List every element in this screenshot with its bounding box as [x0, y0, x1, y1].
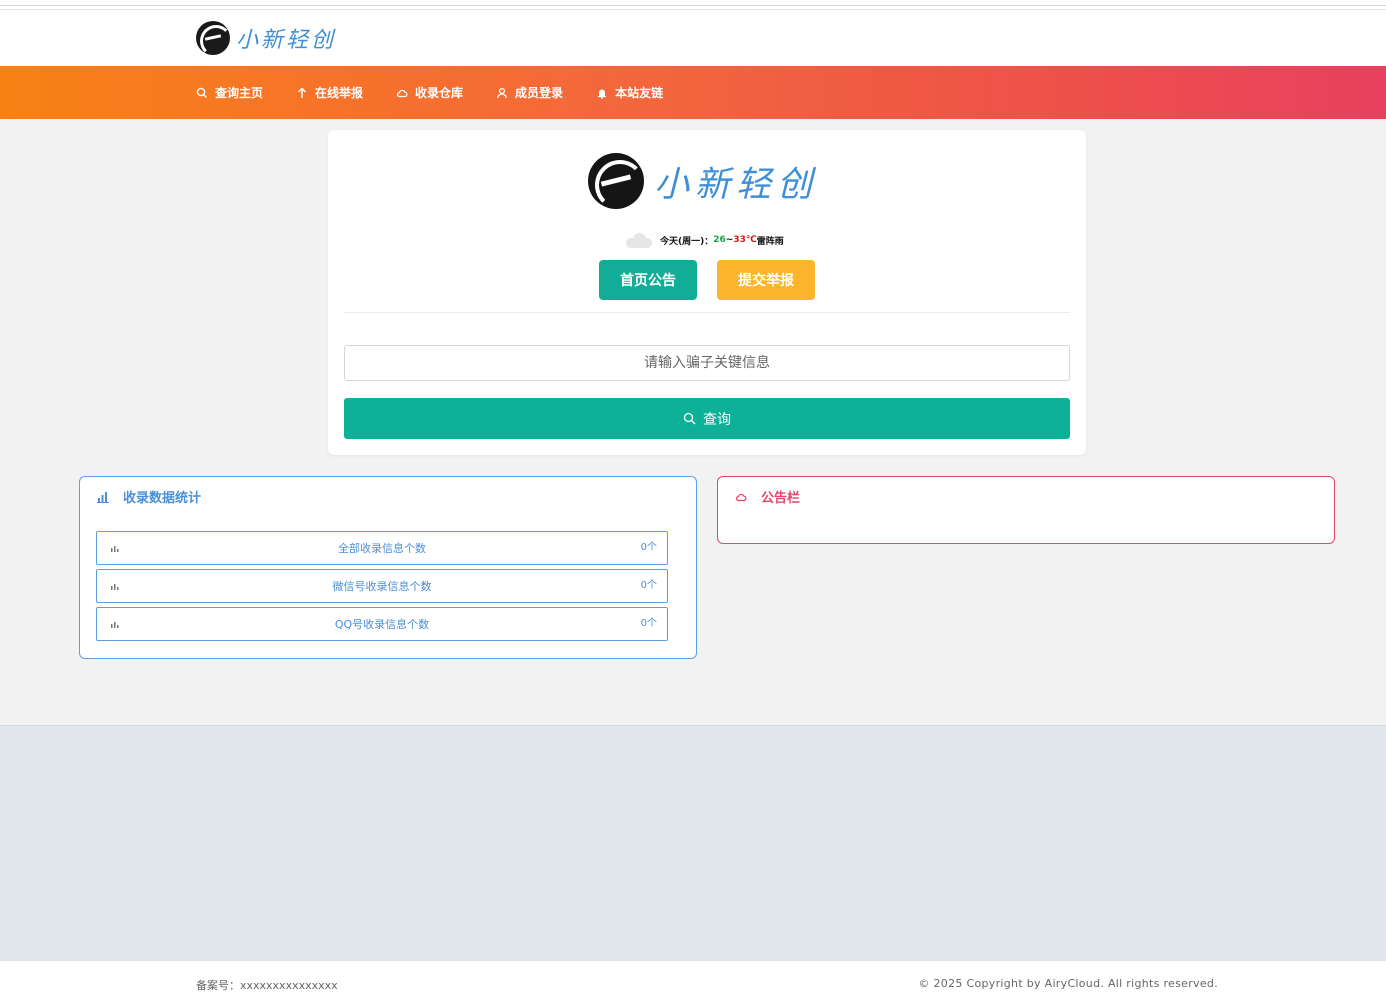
nav-item-label: 查询主页: [215, 86, 264, 100]
stats-panel: 收录数据统计 全部收录信息个数 0个 微信号收录信息个数 0个 QQ号收录信息个…: [79, 476, 697, 659]
cloud-icon: [396, 87, 408, 99]
stat-row-all[interactable]: 全部收录信息个数 0个: [96, 531, 668, 565]
main-nav: 查询主页 在线举报 收录仓库 成员登录 本站友链: [0, 66, 1386, 119]
arrow-up-icon: [296, 86, 308, 99]
search-input[interactable]: [344, 345, 1070, 381]
search-icon: [683, 412, 696, 425]
weather-separator: ~: [725, 235, 734, 245]
copyright-text: © 2025 Copyright by AiryCloud. All right…: [918, 977, 1218, 990]
homepage-notice-button[interactable]: 首页公告: [599, 260, 697, 300]
search-card: 小新轻创 今天(周一)： 26 ~ 33℃ 雷阵雨 首页公告 提交举报 查询: [328, 130, 1086, 455]
stats-panel-title: 收录数据统计: [97, 487, 201, 506]
search-button[interactable]: 查询: [344, 398, 1070, 439]
submit-report-button[interactable]: 提交举报: [717, 260, 815, 300]
nav-item-search-home[interactable]: 查询主页: [196, 84, 263, 101]
weather-prefix: 今天(周一)：: [660, 236, 714, 247]
weather-high-temp: 33℃: [733, 235, 757, 245]
main-logo-text: 小新轻创: [654, 164, 819, 205]
nav-list: 查询主页 在线举报 收录仓库 成员登录 本站友链: [196, 66, 696, 119]
logo-mark-icon: [196, 21, 230, 55]
icp-record[interactable]: 备案号：xxxxxxxxxxxxxxx: [196, 977, 338, 993]
stat-row-qq[interactable]: QQ号收录信息个数 0个: [96, 607, 668, 641]
user-icon: [496, 87, 508, 99]
cloud-icon: [735, 491, 747, 503]
nav-item-member-login[interactable]: 成员登录: [496, 84, 563, 101]
stat-row-wechat[interactable]: 微信号收录信息个数 0个: [96, 569, 668, 603]
weather-widget: 今天(周一)： 26 ~ 33℃ 雷阵雨: [626, 230, 784, 250]
nav-item-online-report[interactable]: 在线举报: [296, 84, 363, 101]
notice-title-text: 公告栏: [761, 491, 801, 506]
site-logo[interactable]: 小新轻创: [196, 19, 336, 57]
search-button-label: 查询: [703, 411, 731, 428]
small-chart-icon: [111, 584, 119, 590]
notice-panel: 公告栏: [717, 476, 1335, 544]
search-icon: [196, 87, 208, 99]
nav-item-label: 收录仓库: [415, 86, 464, 100]
bar-chart-icon: [97, 491, 109, 503]
logo-text: 小新轻创: [236, 28, 337, 53]
small-chart-icon: [111, 622, 119, 628]
notice-panel-title: 公告栏: [735, 487, 800, 506]
top-strip: [0, 0, 1386, 10]
site-header: 小新轻创: [0, 10, 1386, 66]
small-chart-icon: [111, 546, 119, 552]
stat-row-label: 微信号收录信息个数: [332, 580, 432, 593]
content-band: [0, 725, 1386, 961]
stats-title-text: 收录数据统计: [123, 491, 202, 506]
nav-item-label: 本站友链: [615, 86, 664, 100]
site-footer: 备案号：xxxxxxxxxxxxxxx © 2025 Copyright by …: [0, 961, 1386, 998]
divider: [344, 312, 1070, 313]
stat-row-count: 0个: [640, 580, 657, 591]
main-logo: 小新轻创: [588, 148, 818, 214]
bell-icon: [596, 87, 608, 99]
weather-description: 雷阵雨: [756, 236, 784, 247]
weather-low-temp: 26: [713, 235, 726, 245]
stat-row-label: QQ号收录信息个数: [334, 618, 430, 631]
nav-item-archive[interactable]: 收录仓库: [396, 84, 463, 101]
logo-mark-icon: [588, 148, 645, 214]
nav-item-label: 在线举报: [315, 86, 364, 100]
cloud-weather-icon: [626, 233, 652, 248]
nav-item-friend-links[interactable]: 本站友链: [596, 84, 663, 101]
stat-row-label: 全部收录信息个数: [338, 542, 426, 555]
nav-item-label: 成员登录: [515, 86, 564, 100]
stat-row-count: 0个: [640, 542, 657, 553]
stat-row-count: 0个: [640, 618, 657, 629]
